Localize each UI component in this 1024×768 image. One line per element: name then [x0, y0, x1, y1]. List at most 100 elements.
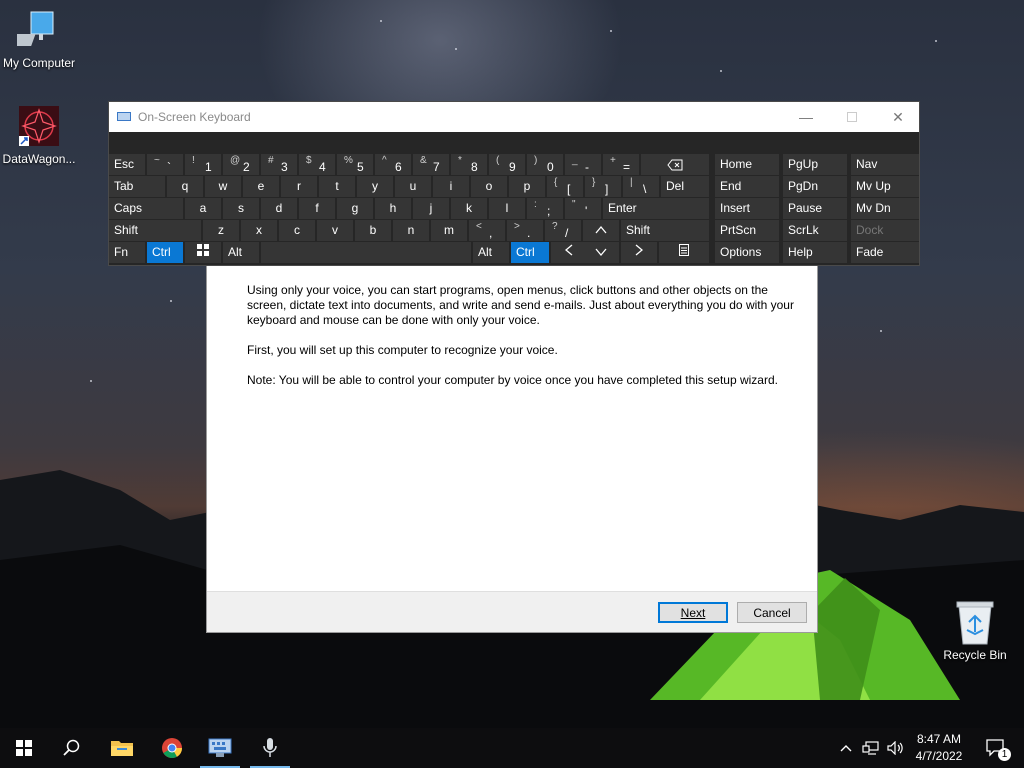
action-center-button[interactable]: 1 [976, 728, 1016, 768]
key-letter[interactable]: t [319, 176, 355, 197]
key-number[interactable]: + = [603, 154, 639, 175]
chrome-button[interactable] [148, 728, 196, 768]
key-letter[interactable]: q [167, 176, 203, 197]
desktop-icon-my-computer[interactable]: My Computer [0, 8, 81, 70]
key-home[interactable]: Home [715, 154, 779, 175]
key-enter[interactable]: Enter [603, 198, 709, 219]
key-symbol[interactable]: {[ [547, 176, 583, 197]
desktop-icon-recycle-bin[interactable]: Recycle Bin [933, 600, 1017, 662]
key-fade[interactable]: Fade [851, 242, 919, 263]
key-dock[interactable]: Dock [851, 220, 919, 241]
key-letter[interactable]: r [281, 176, 317, 197]
key-letter[interactable]: j [413, 198, 449, 219]
cancel-button[interactable]: Cancel [737, 602, 807, 623]
key-symbol[interactable]: }] [585, 176, 621, 197]
key-letter[interactable]: i [433, 176, 469, 197]
key-letter[interactable]: m [431, 220, 467, 241]
key-options[interactable]: Options [715, 242, 779, 263]
key-symbol[interactable]: " ' [565, 198, 601, 219]
key-number[interactable]: ) 0 [527, 154, 563, 175]
key-symbol[interactable]: <, [469, 220, 505, 241]
key-letter[interactable]: g [337, 198, 373, 219]
start-button[interactable] [0, 728, 48, 768]
show-hidden-icons-button[interactable] [834, 728, 858, 768]
key-ctrl-right[interactable]: Ctrl [511, 242, 549, 263]
key-esc[interactable]: Esc [109, 154, 145, 175]
key-letter[interactable]: y [357, 176, 393, 197]
key-scrlk[interactable]: ScrLk [783, 220, 847, 241]
minimize-button[interactable]: — [791, 106, 821, 128]
key-windows[interactable] [185, 242, 221, 263]
clock-button[interactable]: 8:47 AM 4/7/2022 [908, 728, 970, 768]
key-pause[interactable]: Pause [783, 198, 847, 219]
key-number[interactable]: ~ ` [147, 154, 183, 175]
key-letter[interactable]: u [395, 176, 431, 197]
key-number[interactable]: _ - [565, 154, 601, 175]
key-letter[interactable]: f [299, 198, 335, 219]
key-fn[interactable]: Fn [109, 242, 145, 263]
key-prtscn[interactable]: PrtScn [715, 220, 779, 241]
key-space[interactable] [261, 242, 471, 263]
key-letter[interactable]: b [355, 220, 391, 241]
key-number[interactable]: #3 [261, 154, 297, 175]
close-button[interactable]: ✕ [883, 106, 913, 128]
network-button[interactable] [858, 728, 884, 768]
key-number[interactable]: * 8 [451, 154, 487, 175]
key-number[interactable]: ^ 6 [375, 154, 411, 175]
key-letter[interactable]: o [471, 176, 507, 197]
key-shift-left[interactable]: Shift [109, 220, 201, 241]
key-ctrl-left[interactable]: Ctrl [147, 242, 183, 263]
key-number[interactable]: @2 [223, 154, 259, 175]
search-button[interactable] [48, 728, 96, 768]
key-letter[interactable]: e [243, 176, 279, 197]
osk-title-bar[interactable]: On-Screen Keyboard — ✕ [109, 102, 919, 132]
key-alt-right[interactable]: Alt [473, 242, 509, 263]
key-help[interactable]: Help [783, 242, 847, 263]
desktop-icon-datawagon[interactable]: DataWagon... [0, 104, 81, 166]
key-symbol[interactable]: :; [527, 198, 563, 219]
key-number[interactable]: % 5 [337, 154, 373, 175]
key-symbol[interactable]: ? / [545, 220, 581, 241]
next-button[interactable]: Next [658, 602, 728, 623]
on-screen-keyboard-taskbar-button[interactable] [196, 728, 244, 768]
file-explorer-button[interactable] [98, 728, 146, 768]
key-letter[interactable]: v [317, 220, 353, 241]
key-letter[interactable]: a [185, 198, 221, 219]
key-pgdn[interactable]: PgDn [783, 176, 847, 197]
key-letter[interactable]: x [241, 220, 277, 241]
key-letter[interactable]: z [203, 220, 239, 241]
key-letter[interactable]: d [261, 198, 297, 219]
key-arrow-left[interactable] [551, 242, 587, 263]
key-symbol[interactable]: | \ [623, 176, 659, 197]
key-arrow-up[interactable] [583, 220, 619, 241]
key-menu[interactable] [659, 242, 709, 263]
key-number[interactable]: $4 [299, 154, 335, 175]
key-caps[interactable]: Caps [109, 198, 183, 219]
key-letter[interactable]: p [509, 176, 545, 197]
key-arrow-right[interactable] [621, 242, 657, 263]
key-number[interactable]: ! 1 [185, 154, 221, 175]
key-number[interactable]: & 7 [413, 154, 449, 175]
key-symbol[interactable]: >. [507, 220, 543, 241]
key-letter[interactable]: n [393, 220, 429, 241]
key-insert[interactable]: Insert [715, 198, 779, 219]
key-mv-up[interactable]: Mv Up [851, 176, 919, 197]
key-shift-right[interactable]: Shift [621, 220, 709, 241]
key-backspace[interactable] [641, 154, 709, 175]
key-arrow-down[interactable] [583, 242, 619, 263]
maximize-button[interactable] [837, 106, 867, 128]
key-letter[interactable]: w [205, 176, 241, 197]
key-nav[interactable]: Nav [851, 154, 919, 175]
key-letter[interactable]: h [375, 198, 411, 219]
key-end[interactable]: End [715, 176, 779, 197]
key-letter[interactable]: s [223, 198, 259, 219]
volume-button[interactable] [884, 728, 908, 768]
key-number[interactable]: (9 [489, 154, 525, 175]
key-pgup[interactable]: PgUp [783, 154, 847, 175]
key-del[interactable]: Del [661, 176, 709, 197]
key-tab[interactable]: Tab [109, 176, 165, 197]
key-alt-left[interactable]: Alt [223, 242, 259, 263]
key-mv-dn[interactable]: Mv Dn [851, 198, 919, 219]
speech-recognition-taskbar-button[interactable] [246, 728, 294, 768]
key-letter[interactable]: c [279, 220, 315, 241]
